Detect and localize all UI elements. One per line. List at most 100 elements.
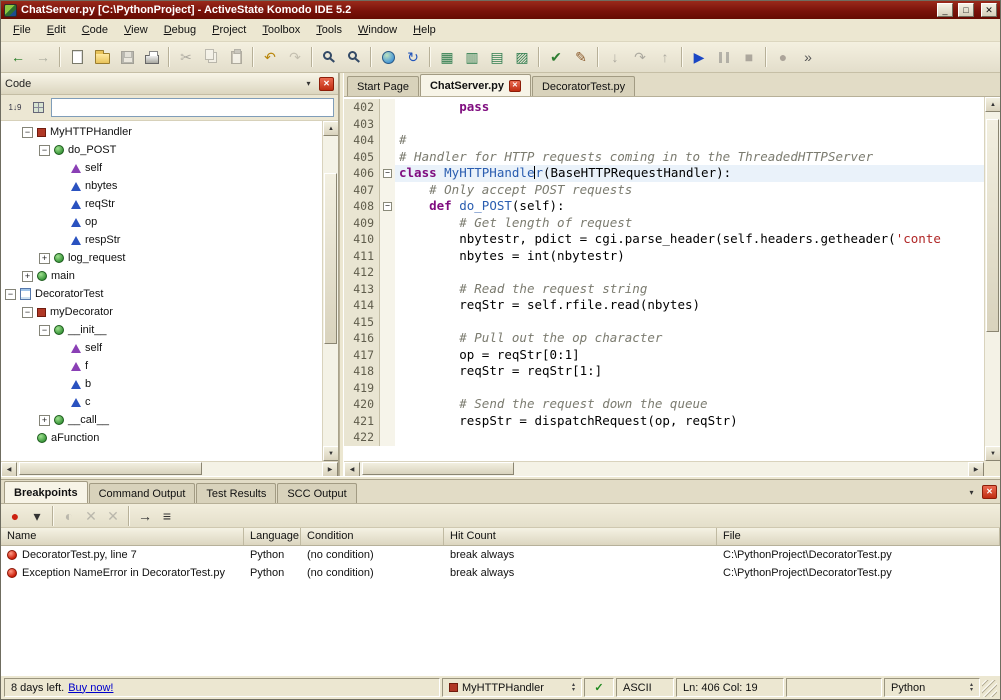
editor-horizontal-scrollbar[interactable]: ◀ ▶ xyxy=(344,461,984,476)
tree-item-decoratortest[interactable]: −DecoratorTest xyxy=(1,285,322,303)
maximize-button[interactable]: □ xyxy=(958,3,974,17)
open-button[interactable] xyxy=(90,45,114,69)
encoding-indicator[interactable]: ASCII xyxy=(616,678,674,697)
code-text[interactable]: # Send the request down the queue xyxy=(395,396,984,413)
menu-item-window[interactable]: Window xyxy=(350,20,405,40)
scroll-right-icon[interactable]: ▶ xyxy=(322,462,338,477)
shortcuts-button[interactable]: ▦ xyxy=(435,45,459,69)
scroll-left-icon[interactable]: ◀ xyxy=(344,462,360,477)
column-header-name[interactable]: Name xyxy=(1,528,244,545)
tree-item-respstr[interactable]: respStr xyxy=(1,231,322,249)
go-to-source-button[interactable]: → xyxy=(135,506,155,525)
expand-icon[interactable]: + xyxy=(39,253,50,264)
tab-decoratortest-py[interactable]: DecoratorTest.py xyxy=(532,76,635,96)
bottom-panel-menu-button[interactable]: ▾ xyxy=(964,485,979,499)
line-number[interactable]: 406 xyxy=(344,165,380,182)
breakpoint-row[interactable]: DecoratorTest.py, line 7Python(no condit… xyxy=(1,546,1000,564)
menu-item-file[interactable]: File xyxy=(5,20,39,40)
tab-breakpoints[interactable]: Breakpoints xyxy=(4,481,88,503)
scroll-right-icon[interactable]: ▶ xyxy=(968,462,984,477)
menu-item-edit[interactable]: Edit xyxy=(39,20,74,40)
tree-item-nbytes[interactable]: nbytes xyxy=(1,177,322,195)
tree-item-afunction[interactable]: aFunction xyxy=(1,429,322,447)
tree-item-reqstr[interactable]: reqStr xyxy=(1,195,322,213)
undo-button[interactable]: ↶ xyxy=(258,45,282,69)
line-number[interactable]: 403 xyxy=(344,116,380,133)
sort-order-button[interactable]: 1↓9 xyxy=(5,98,25,117)
fold-margin[interactable]: − xyxy=(380,165,395,182)
run-button[interactable]: ▶ xyxy=(687,45,711,69)
toolbar-overflow-button[interactable]: » xyxy=(796,45,820,69)
line-number[interactable]: 411 xyxy=(344,248,380,265)
new-breakpoint-button[interactable]: ● xyxy=(5,506,25,525)
column-header-language[interactable]: Language xyxy=(244,528,301,545)
check-syntax-button[interactable]: ✔ xyxy=(544,45,568,69)
menu-item-help[interactable]: Help xyxy=(405,20,444,40)
code-text[interactable]: op = reqStr[0:1] xyxy=(395,347,984,364)
tab-test-results[interactable]: Test Results xyxy=(196,483,276,503)
filter-input[interactable] xyxy=(51,98,334,117)
tree-item-self[interactable]: self xyxy=(1,339,322,357)
tab-close-button[interactable]: ✕ xyxy=(509,80,521,92)
find-button[interactable] xyxy=(317,45,341,69)
line-number[interactable]: 418 xyxy=(344,363,380,380)
tree-item-f[interactable]: f xyxy=(1,357,322,375)
language-selector[interactable]: Python ▴▾ xyxy=(884,678,980,697)
menu-item-view[interactable]: View xyxy=(116,20,156,40)
line-number[interactable]: 410 xyxy=(344,231,380,248)
editor-scroll-thumb[interactable] xyxy=(986,119,999,333)
code-text[interactable]: pass xyxy=(395,99,984,116)
tab-command-output[interactable]: Command Output xyxy=(89,483,196,503)
close-bottom-panel-button[interactable]: ✕ xyxy=(982,485,997,499)
code-text[interactable]: # Read the request string xyxy=(395,281,984,298)
scroll-left-icon[interactable]: ◀ xyxy=(1,462,17,477)
tree-item-logrequest[interactable]: +log_request xyxy=(1,249,322,267)
line-number[interactable]: 422 xyxy=(344,429,380,446)
line-number[interactable]: 416 xyxy=(344,330,380,347)
tree-item-dopost[interactable]: −do_POST xyxy=(1,141,322,159)
breakpoint-properties-button[interactable]: ≡ xyxy=(157,506,177,525)
expand-icon[interactable]: + xyxy=(22,271,33,282)
collapse-icon[interactable]: − xyxy=(22,307,33,318)
back-button[interactable]: ← xyxy=(6,45,30,69)
code-text[interactable]: nbytestr, pdict = cgi.parse_header(self.… xyxy=(395,231,984,248)
scroll-up-icon[interactable]: ▲ xyxy=(985,97,1000,112)
resize-grip[interactable] xyxy=(982,680,997,697)
line-number[interactable]: 412 xyxy=(344,264,380,281)
tree-item-c[interactable]: c xyxy=(1,393,322,411)
tab-start-page[interactable]: Start Page xyxy=(347,76,419,96)
line-number[interactable]: 407 xyxy=(344,182,380,199)
collapse-icon[interactable]: − xyxy=(39,145,50,156)
locate-scope-button[interactable] xyxy=(28,98,48,117)
scope-selector[interactable]: MyHTTPHandler ▴▾ xyxy=(442,678,582,697)
breakpoint-row[interactable]: Exception NameError in DecoratorTest.pyP… xyxy=(1,564,1000,582)
syntax-status[interactable]: ✓ xyxy=(584,678,614,697)
scroll-up-icon[interactable]: ▲ xyxy=(323,121,338,136)
tree-item-mydecorator[interactable]: −myDecorator xyxy=(1,303,322,321)
menu-item-tools[interactable]: Tools xyxy=(308,20,350,40)
print-button[interactable] xyxy=(140,45,164,69)
line-number[interactable]: 417 xyxy=(344,347,380,364)
language-spinner[interactable]: ▴▾ xyxy=(970,683,973,693)
line-number[interactable]: 408 xyxy=(344,198,380,215)
breakpoint-menu-button[interactable]: ▾ xyxy=(27,506,47,525)
scroll-down-icon[interactable]: ▼ xyxy=(985,446,1000,461)
tree-item-op[interactable]: op xyxy=(1,213,322,231)
code-text[interactable]: # Only accept POST requests xyxy=(395,182,984,199)
menu-item-project[interactable]: Project xyxy=(204,20,254,40)
collapse-icon[interactable]: − xyxy=(39,325,50,336)
cursor-position[interactable]: Ln: 406 Col: 19 xyxy=(676,678,784,697)
tree-item-init[interactable]: −__init__ xyxy=(1,321,322,339)
line-number[interactable]: 415 xyxy=(344,314,380,331)
code-text[interactable]: # Get length of request xyxy=(395,215,984,232)
line-number[interactable]: 419 xyxy=(344,380,380,397)
close-code-panel-button[interactable]: ✕ xyxy=(319,77,334,91)
buy-now-link[interactable]: Buy now! xyxy=(68,682,113,694)
tree-item-myhttphandler[interactable]: −MyHTTPHandler xyxy=(1,123,322,141)
code-text[interactable]: respStr = dispatchRequest(op, reqStr) xyxy=(395,413,984,430)
code-text[interactable] xyxy=(395,264,984,281)
menu-item-toolbox[interactable]: Toolbox xyxy=(254,20,308,40)
editor-hscroll-thumb[interactable] xyxy=(362,462,514,475)
line-number[interactable]: 420 xyxy=(344,396,380,413)
code-text[interactable]: reqStr = reqStr[1:] xyxy=(395,363,984,380)
